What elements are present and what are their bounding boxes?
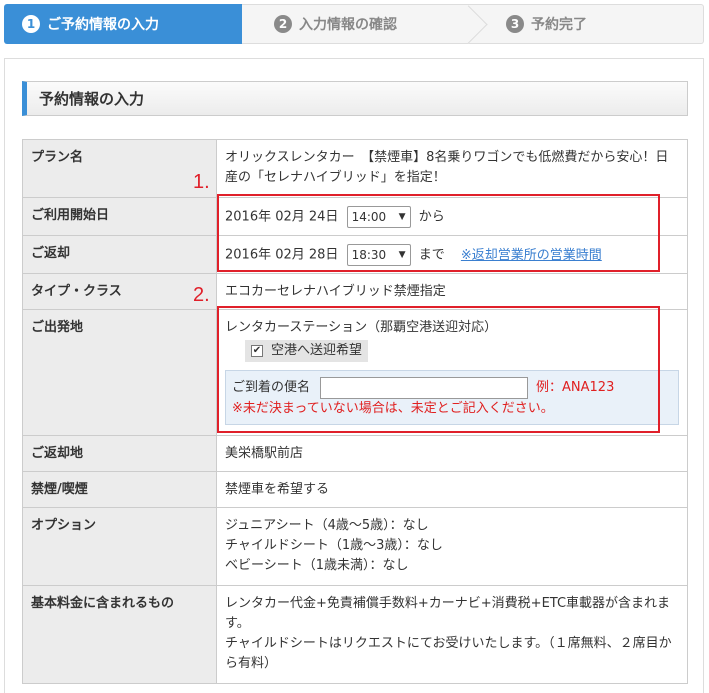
step-number-2: 2	[274, 15, 292, 33]
section-title: 予約情報の入力	[22, 81, 688, 116]
row-label-return: ご返却	[22, 235, 217, 274]
row-label-departure: ご出発地	[22, 309, 217, 436]
progress-steps: 1 ご予約情報の入力 2 入力情報の確認 3 予約完了	[4, 4, 704, 44]
option-line: チャイルドシート（1歳～3歳）：なし	[225, 538, 443, 553]
step-label: ご予約情報の入力	[47, 17, 159, 33]
annotation-number-2: 2.	[193, 284, 210, 306]
table-row: タイプ・クラス エコカーセレナハイブリッド禁煙指定	[22, 273, 688, 310]
table-row: ご返却地 美栄橋駅前店	[22, 435, 688, 472]
row-label-options: オプション	[22, 507, 217, 586]
row-label-type: タイプ・クラス	[22, 273, 217, 310]
table-row: オプション ジュニアシート（4歳～5歳）：なし チャイルドシート（1歳～3歳）：…	[22, 507, 688, 586]
option-line: ジュニアシート（4歳～5歳）：なし	[225, 518, 429, 533]
step-number-1: 1	[22, 15, 40, 33]
row-label-included: 基本料金に含まれるもの	[22, 585, 217, 684]
included-line: レンタカー代金+免責補償手数料+カーナビ+消費税+ETC車載器が含まれます。	[225, 596, 671, 631]
annotation-number-1: 1.	[193, 171, 210, 193]
table-row: 基本料金に含まれるもの レンタカー代金+免責補償手数料+カーナビ+消費税+ETC…	[22, 585, 688, 684]
row-label-start: ご利用開始日	[22, 197, 217, 236]
smoking-preference: 禁煙車を希望する	[216, 471, 688, 508]
step-input: 1 ご予約情報の入力	[4, 4, 254, 44]
included-cell: レンタカー代金+免責補償手数料+カーナビ+消費税+ETC車載器が含まれます。 チ…	[216, 585, 688, 684]
row-label-return-place: ご返却地	[22, 435, 217, 472]
row-label-plan: プラン名	[22, 139, 217, 198]
annotation-box-1	[217, 194, 660, 272]
step-label: 予約完了	[531, 17, 587, 33]
options-cell: ジュニアシート（4歳～5歳）：なし チャイルドシート（1歳～3歳）：なし ベビー…	[216, 507, 688, 586]
included-line: チャイルドシートはリクエストにてお受けいたします。（１席無料、２席目から有料）	[225, 636, 672, 671]
car-type: エコカーセレナハイブリッド禁煙指定	[216, 273, 688, 310]
annotation-box-2	[217, 306, 660, 433]
step-confirm: 2 入力情報の確認	[242, 4, 474, 44]
row-label-smoking: 禁煙/喫煙	[22, 471, 217, 508]
step-number-3: 3	[506, 15, 524, 33]
option-line: ベビーシート（1歳未満）：なし	[225, 558, 409, 573]
step-label: 入力情報の確認	[299, 17, 397, 33]
plan-name: オリックスレンタカー 【禁煙車】8名乗りワゴンでも低燃費だから安心！日産の「セレ…	[216, 139, 688, 198]
table-row: プラン名 オリックスレンタカー 【禁煙車】8名乗りワゴンでも低燃費だから安心！日…	[22, 139, 688, 198]
table-row: 禁煙/喫煙 禁煙車を希望する	[22, 471, 688, 508]
return-place: 美栄橋駅前店	[216, 435, 688, 472]
step-complete: 3 予約完了	[474, 4, 704, 44]
